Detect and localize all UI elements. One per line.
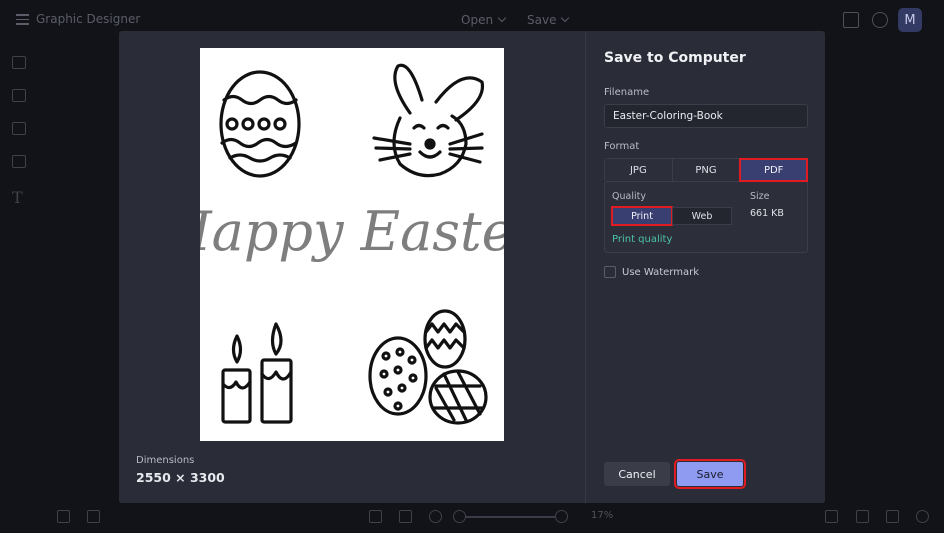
- zoom-slider[interactable]: [460, 516, 556, 518]
- elements-icon[interactable]: [12, 155, 26, 168]
- format-label: Format: [604, 141, 640, 152]
- open-menu[interactable]: Open: [461, 13, 507, 27]
- quality-selector: Print Web: [611, 206, 732, 226]
- quality-panel: Quality Print Web Print quality Size 661…: [604, 182, 808, 253]
- undo-icon[interactable]: [856, 510, 869, 523]
- quality-hint: Print quality: [612, 234, 673, 245]
- dialog-title: Save to Computer: [604, 50, 746, 66]
- help-icon[interactable]: [872, 12, 888, 28]
- watermark-checkbox[interactable]: [604, 266, 616, 278]
- format-png-button[interactable]: PNG: [672, 159, 741, 181]
- save-options-pane: Save to Computer Filename Format JPG PNG…: [586, 31, 825, 503]
- preview-image: Happy Easter: [164, 48, 543, 441]
- open-menu-label: Open: [461, 13, 494, 27]
- chevron-down-icon: [497, 13, 507, 23]
- dimensions-label: Dimensions: [136, 455, 195, 466]
- layout-icon[interactable]: [12, 122, 26, 135]
- effects-icon[interactable]: [12, 89, 26, 102]
- easter-coloring-page: Happy Easter: [164, 63, 543, 425]
- watermark-label: Use Watermark: [622, 266, 700, 278]
- format-pdf-button[interactable]: PDF: [739, 158, 809, 182]
- left-toolbar: T: [0, 40, 40, 500]
- zoom-out-icon[interactable]: [429, 510, 442, 523]
- quality-label: Quality: [612, 191, 646, 202]
- grid-icon[interactable]: [87, 510, 100, 523]
- save-button[interactable]: Save: [674, 459, 746, 489]
- fit-screen-icon[interactable]: [369, 510, 382, 523]
- size-label: Size: [750, 191, 770, 202]
- fullscreen-icon[interactable]: [399, 510, 412, 523]
- comment-icon[interactable]: [843, 12, 859, 28]
- quality-print-button[interactable]: Print: [611, 206, 673, 226]
- cancel-button[interactable]: Cancel: [604, 462, 670, 486]
- size-value: 661 KB: [750, 208, 784, 219]
- filename-label: Filename: [604, 87, 650, 98]
- filename-field[interactable]: [604, 104, 808, 128]
- menu-icon[interactable]: [16, 14, 29, 25]
- zoom-in-icon[interactable]: [555, 510, 568, 523]
- format-selector: JPG PNG PDF: [604, 158, 809, 182]
- chevron-down-icon: [561, 13, 570, 23]
- save-menu-label: Save: [527, 13, 557, 27]
- dimensions-value: 2550 × 3300: [136, 470, 225, 485]
- redo-icon[interactable]: [886, 510, 899, 523]
- save-dialog: Happy Easter Dimensions 2550 × 3300 Save…: [119, 31, 825, 503]
- happy-easter-lettering: Happy Easter: [200, 200, 504, 263]
- save-menu[interactable]: Save: [527, 13, 570, 27]
- rotate-icon[interactable]: [825, 510, 838, 523]
- watermark-option[interactable]: Use Watermark: [604, 266, 699, 278]
- quality-web-button[interactable]: Web: [672, 207, 732, 225]
- preview-pane: Happy Easter Dimensions 2550 × 3300: [119, 31, 585, 503]
- image-icon[interactable]: [12, 56, 26, 69]
- zoom-level: 17%: [591, 510, 614, 521]
- zoom-slider-handle[interactable]: [453, 510, 466, 523]
- app-title: Graphic Designer: [36, 12, 141, 26]
- history-icon[interactable]: [916, 510, 929, 523]
- layers-icon[interactable]: [57, 510, 70, 523]
- avatar[interactable]: M: [898, 8, 922, 32]
- format-jpg-button[interactable]: JPG: [605, 159, 673, 181]
- text-icon[interactable]: T: [12, 188, 26, 207]
